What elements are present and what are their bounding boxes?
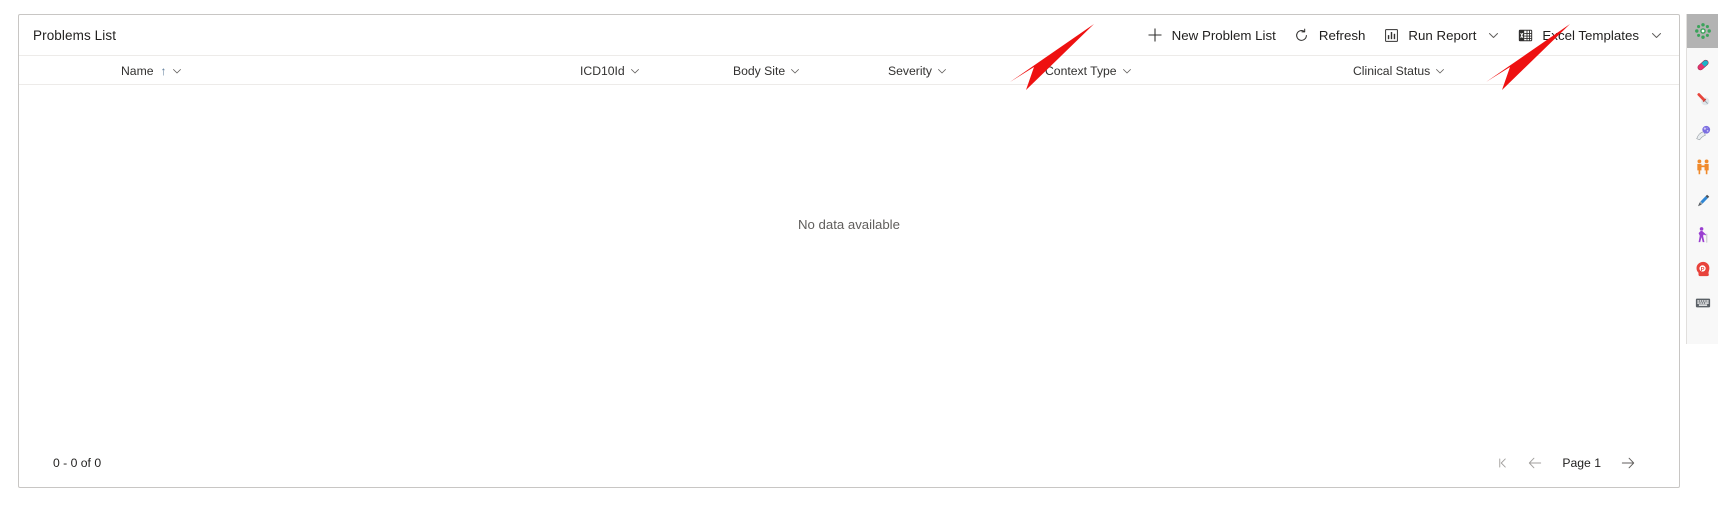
chevron-down-icon — [1650, 29, 1662, 41]
column-header-clinical-status[interactable]: Clinical Status — [1353, 56, 1445, 85]
column-header-clinical-status-label: Clinical Status — [1353, 63, 1431, 78]
pagination-controls: Page 1 — [1488, 448, 1665, 478]
excel-templates-button[interactable]: Excel Templates — [1508, 19, 1671, 51]
column-header-context-type-label: Context Type — [1045, 63, 1117, 78]
rail-item-allergies[interactable] — [1686, 14, 1718, 48]
rail-item-problems[interactable]: P — [1687, 252, 1718, 286]
injection-syringe-icon — [1694, 90, 1712, 108]
column-header-name[interactable]: Name ↑ — [121, 56, 182, 85]
pen-procedure-icon — [1694, 192, 1712, 210]
chevron-down-icon — [937, 66, 947, 76]
column-header-icd10id[interactable]: ICD10Id — [580, 56, 640, 85]
allergies-icon — [1694, 22, 1712, 40]
rail-item-medications[interactable] — [1687, 48, 1718, 82]
chevron-down-icon — [1122, 66, 1132, 76]
column-header-context-type[interactable]: Context Type — [1045, 56, 1132, 85]
no-data-message: No data available — [798, 217, 900, 232]
plus-icon — [1147, 27, 1163, 43]
chevron-down-icon — [1487, 29, 1499, 41]
arrow-left-icon[interactable] — [1520, 448, 1550, 478]
chevron-down-icon — [790, 66, 800, 76]
arrow-right-icon[interactable] — [1613, 448, 1643, 478]
page-title: Problems List — [33, 27, 117, 43]
column-header-body-site[interactable]: Body Site — [733, 56, 800, 85]
medication-pill-icon — [1694, 56, 1712, 74]
first-page-icon[interactable] — [1488, 448, 1518, 478]
chevron-down-icon — [1435, 66, 1445, 76]
chevron-down-icon — [172, 66, 182, 76]
rail-item-injections[interactable] — [1687, 82, 1718, 116]
command-bar: Problems List New Problem List Refresh R… — [19, 15, 1679, 55]
refresh-label: Refresh — [1318, 27, 1366, 43]
excel-templates-label: Excel Templates — [1542, 27, 1639, 43]
microbiology-icon — [1694, 124, 1712, 142]
record-count-label: 0 - 0 of 0 — [53, 456, 102, 470]
column-header-severity[interactable]: Severity — [888, 56, 947, 85]
patient-walking-icon — [1694, 226, 1712, 244]
grid-body: No data available — [19, 85, 1679, 439]
column-header-severity-label: Severity — [888, 63, 933, 78]
run-report-button[interactable]: Run Report — [1374, 19, 1508, 51]
report-chart-icon — [1383, 27, 1399, 43]
refresh-icon — [1294, 27, 1310, 43]
rail-item-keyboard-card[interactable] — [1687, 286, 1718, 320]
app-root: Problems List New Problem List Refresh R… — [0, 0, 1718, 508]
column-header-icd10id-label: ICD10Id — [580, 63, 625, 78]
refresh-button[interactable]: Refresh — [1285, 19, 1375, 51]
keyboard-card-icon — [1694, 294, 1712, 312]
column-header-body-site-label: Body Site — [733, 63, 786, 78]
new-problem-list-label: New Problem List — [1171, 27, 1276, 43]
excel-table-icon — [1517, 27, 1533, 43]
vitals-people-icon — [1694, 158, 1712, 176]
run-report-label: Run Report — [1408, 27, 1477, 43]
new-problem-list-button[interactable]: New Problem List — [1138, 19, 1285, 51]
pagination-bar: 0 - 0 of 0 Page 1 — [19, 439, 1679, 487]
rail-item-patient-activity[interactable] — [1687, 218, 1718, 252]
column-header-name-label: Name — [121, 63, 154, 78]
sort-ascending-icon: ↑ — [160, 63, 167, 78]
rail-item-microbiology[interactable] — [1687, 116, 1718, 150]
problems-list-panel: Problems List New Problem List Refresh R… — [18, 14, 1680, 488]
rail-item-vitals[interactable] — [1687, 150, 1718, 184]
page-number-label: Page 1 — [1562, 456, 1601, 470]
grid-column-header-row: Name ↑ ICD10Id Body Site Severity Contex… — [19, 55, 1679, 85]
head-problem-icon: P — [1694, 260, 1712, 278]
clinical-module-rail: P — [1686, 14, 1718, 344]
chevron-down-icon — [630, 66, 640, 76]
rail-item-procedures[interactable] — [1687, 184, 1718, 218]
svg-text:P: P — [1700, 267, 1704, 273]
